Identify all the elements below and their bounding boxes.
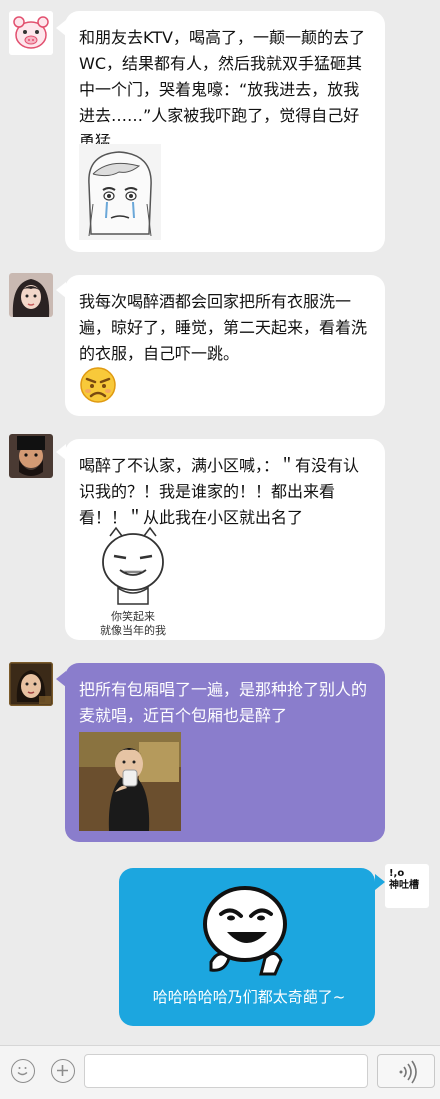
avatar-text: !,o 神吐槽 (389, 868, 419, 891)
sticker-caption: 你笑起来 就像当年的我 (100, 610, 166, 637)
voice-button[interactable] (377, 1054, 435, 1088)
message-text: 喝醉了不认家，满小区喊，：＂有没有认识我的？！我是谁家的！！都出来看看！！＂从此… (79, 456, 360, 527)
angry-face-emoji-icon (78, 365, 118, 405)
bearded-man-avatar[interactable] (9, 434, 53, 478)
voice-waves-icon (399, 1060, 417, 1084)
message-text: 把所有包厢唱了一遍，是那种抢了别人的麦就唱，近百个包厢也是醉了 (79, 680, 368, 725)
my-avatar[interactable]: !,o 神吐槽 (385, 864, 429, 908)
plus-icon[interactable] (51, 1059, 75, 1083)
input-bar (0, 1045, 440, 1099)
woman-avatar[interactable] (9, 662, 53, 706)
message-bubble-5[interactable]: 哈哈哈哈哈乃们都太奇葩了~ (119, 868, 375, 1026)
message-text: 我每次喝醉酒都会回家把所有衣服洗一遍，晾好了，睡觉，第二天起来，看着洗的衣服，自… (79, 292, 368, 363)
smirk-face-sticker[interactable]: 你笑起来 就像当年的我 (88, 526, 178, 637)
message-text: 哈哈哈哈哈乃们都太奇葩了~ (152, 988, 346, 1006)
message-input[interactable] (84, 1054, 368, 1088)
message-text: 和朋友去KTV，喝高了，一颠一颠的去了WC，结果都有人，然后我就双手猛砸其中一个… (79, 28, 365, 151)
sly-smile-face-sticker (203, 886, 287, 976)
bubble-tail (375, 874, 385, 890)
girl-avatar[interactable] (9, 273, 53, 317)
smiley-icon[interactable] (11, 1059, 35, 1083)
crying-anime-sticker[interactable] (79, 144, 161, 240)
pig-avatar[interactable] (9, 11, 53, 55)
laughing-woman-photo[interactable] (79, 732, 181, 831)
chat-area: 和朋友去KTV，喝高了，一颠一颠的去了WC，结果都有人，然后我就双手猛砸其中一个… (0, 0, 440, 1045)
